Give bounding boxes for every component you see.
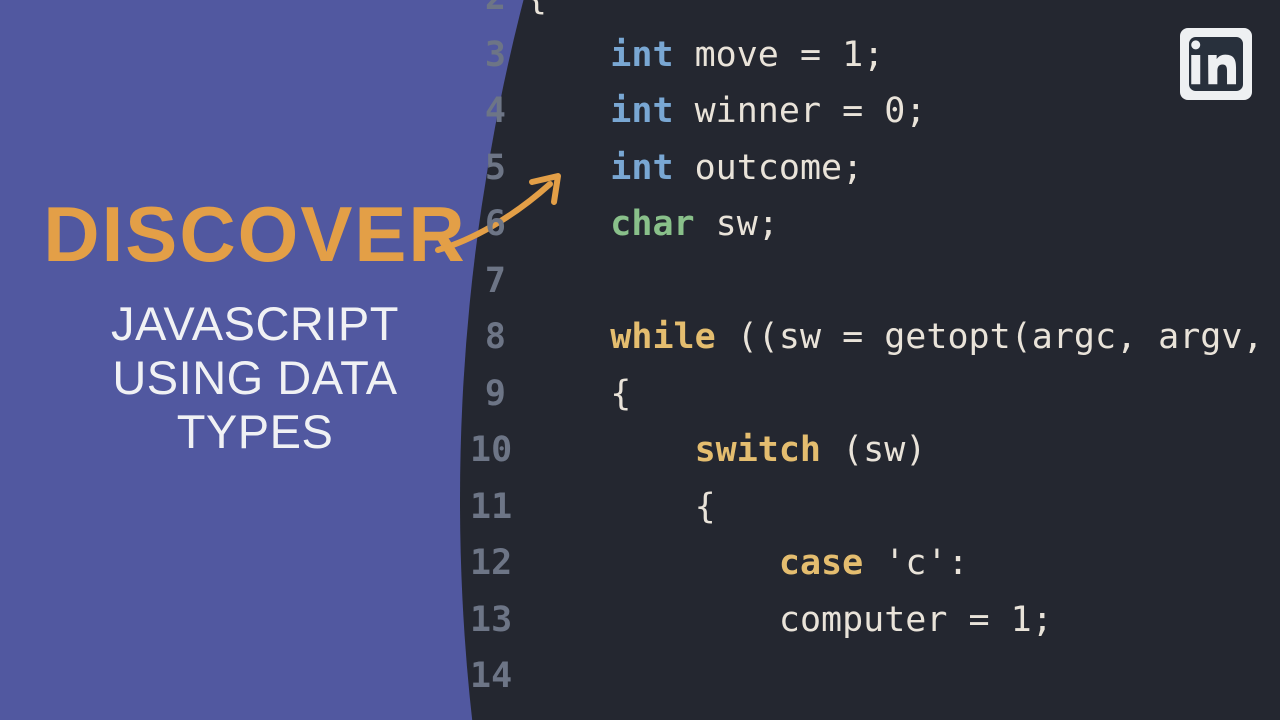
code-line: 4int winner = 0; xyxy=(470,91,1280,148)
line-number: 13 xyxy=(470,600,526,640)
code-content xyxy=(526,656,779,696)
code-line: 3int move = 1; xyxy=(470,35,1280,92)
code-line: 14 xyxy=(470,656,1280,713)
code-content: int winner = 0; xyxy=(526,91,926,131)
headline-line-1: JAVASCRIPT xyxy=(30,297,480,351)
code-content: case 'c': xyxy=(526,543,969,583)
code-line: 11{ xyxy=(470,487,1280,544)
line-number: 11 xyxy=(470,487,526,527)
thumbnail-stage: DISCOVER JAVASCRIPT USING DATA TYPES 2{3… xyxy=(0,0,1280,720)
line-number: 12 xyxy=(470,543,526,583)
code-content: char sw; xyxy=(526,204,779,244)
line-number: 8 xyxy=(470,317,526,357)
code-line: 13computer = 1; xyxy=(470,600,1280,657)
code-content: switch (sw) xyxy=(526,430,926,470)
code-content: int move = 1; xyxy=(526,35,884,75)
code-line: 7 xyxy=(470,261,1280,318)
line-number: 9 xyxy=(470,374,526,414)
line-number: 3 xyxy=(470,35,526,75)
line-number: 14 xyxy=(470,656,526,696)
code-content: while ((sw = getopt(argc, argv, "c") xyxy=(526,317,1280,357)
code-line: 10switch (sw) xyxy=(470,430,1280,487)
code-editor: 2{3int move = 1;4int winner = 0;5int out… xyxy=(470,0,1280,713)
line-number: 6 xyxy=(470,204,526,244)
code-content: { xyxy=(526,0,547,18)
headline-block: DISCOVER JAVASCRIPT USING DATA TYPES xyxy=(30,195,480,459)
code-line: 12case 'c': xyxy=(470,543,1280,600)
line-number: 2 xyxy=(470,0,526,18)
code-content: { xyxy=(526,487,716,527)
code-line: 9{ xyxy=(470,374,1280,431)
code-content: { xyxy=(526,374,631,414)
line-number: 5 xyxy=(470,148,526,188)
code-content: computer = 1; xyxy=(526,600,1053,640)
code-line: 5int outcome; xyxy=(470,148,1280,205)
line-number: 4 xyxy=(470,91,526,131)
line-number: 10 xyxy=(470,430,526,470)
headline-line-2: USING DATA TYPES xyxy=(30,351,480,459)
line-number: 7 xyxy=(470,261,526,301)
code-line: 2{ xyxy=(470,0,1280,35)
code-content: int outcome; xyxy=(526,148,863,188)
code-line: 8while ((sw = getopt(argc, argv, "c") xyxy=(470,317,1280,374)
headline-discover: DISCOVER xyxy=(30,195,480,273)
code-line: 6char sw; xyxy=(470,204,1280,261)
code-content xyxy=(526,261,610,301)
